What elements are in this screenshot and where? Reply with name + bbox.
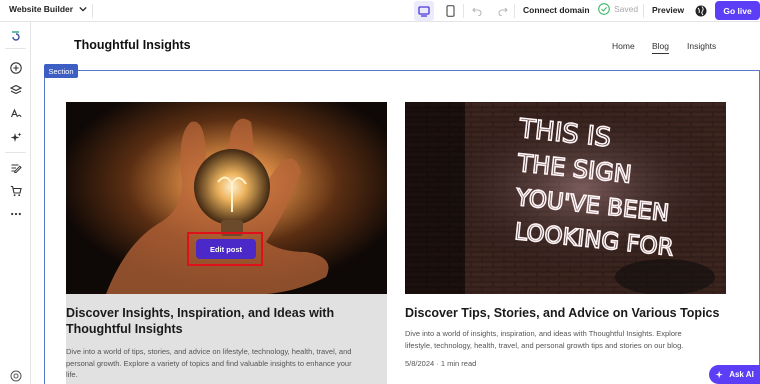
redo-icon bbox=[498, 7, 508, 16]
nav-blog[interactable]: Blog bbox=[652, 41, 670, 54]
ask-ai-label: Ask AI bbox=[729, 370, 754, 379]
divider bbox=[92, 4, 93, 18]
saved-label: Saved bbox=[614, 4, 639, 14]
divider bbox=[463, 4, 464, 18]
undo-icon bbox=[472, 7, 482, 16]
nav-insights[interactable]: Insights bbox=[687, 41, 716, 51]
editor-canvas: Thoughtful Insights Home Blog Insights S… bbox=[32, 22, 760, 384]
divider bbox=[5, 152, 26, 153]
mobile-view-button[interactable] bbox=[440, 1, 460, 21]
more-button[interactable] bbox=[8, 206, 23, 221]
excerpt-line: lifestyle, technology, health, travel, a… bbox=[405, 340, 684, 350]
layers-button[interactable] bbox=[8, 82, 23, 97]
post-title-line: Discover Insights, Inspiration, and Idea… bbox=[66, 306, 335, 320]
styles-button[interactable] bbox=[8, 106, 23, 121]
divider bbox=[643, 4, 644, 18]
edit-page-icon bbox=[11, 163, 22, 173]
connect-domain-button[interactable]: Connect domain bbox=[523, 5, 590, 15]
excerpt-line: Dive into a world of insights, inspirati… bbox=[405, 329, 682, 338]
post-excerpt: Dive into a world of tips, stories, and … bbox=[66, 346, 352, 381]
site-name: Website Builder bbox=[9, 4, 74, 14]
section-label[interactable]: Section bbox=[44, 64, 78, 78]
post-title[interactable]: Discover Insights, Inspiration, and Idea… bbox=[66, 305, 334, 337]
go-live-button[interactable]: Go live bbox=[715, 1, 760, 20]
excerpt-line: life. bbox=[66, 370, 78, 379]
sparkle-icon bbox=[10, 132, 21, 142]
globe-icon bbox=[695, 5, 707, 17]
top-bar: Website Builder Connect domain Saved Pre… bbox=[0, 0, 760, 22]
store-button[interactable] bbox=[8, 183, 23, 198]
neon-sign-photo[interactable]: THIS IS THE SIGN YOU'VE BEEN LOOKING FOR bbox=[405, 102, 726, 294]
builder-logo bbox=[8, 27, 23, 42]
text-style-icon bbox=[10, 108, 22, 117]
site-switcher[interactable]: Website Builder bbox=[9, 4, 87, 14]
help-button[interactable] bbox=[8, 368, 23, 383]
left-toolbar bbox=[0, 22, 31, 384]
post-meta: 5/8/2024 · 1 min read bbox=[405, 359, 477, 368]
check-circle-icon bbox=[598, 3, 610, 15]
excerpt-line: personal growth. Explore a variety of to… bbox=[66, 358, 352, 368]
help-icon bbox=[10, 370, 21, 381]
ai-tools-button[interactable] bbox=[8, 130, 23, 145]
logo-icon bbox=[11, 30, 20, 41]
undo-button[interactable] bbox=[470, 4, 484, 18]
blog-button[interactable] bbox=[8, 160, 23, 175]
saved-status: Saved bbox=[598, 3, 638, 15]
desktop-icon bbox=[418, 5, 430, 17]
sparkle-icon bbox=[715, 370, 724, 378]
divider bbox=[514, 4, 515, 18]
mobile-icon bbox=[445, 5, 455, 17]
redo-button[interactable] bbox=[496, 4, 510, 18]
post-title-line: Thoughtful Insights bbox=[66, 322, 183, 336]
cart-icon bbox=[10, 185, 22, 196]
post-excerpt: Dive into a world of insights, inspirati… bbox=[405, 328, 683, 351]
preview-button[interactable]: Preview bbox=[652, 5, 684, 15]
divider bbox=[5, 48, 26, 49]
post-title[interactable]: Discover Tips, Stories, and Advice on Va… bbox=[405, 305, 719, 321]
ask-ai-button[interactable]: Ask AI bbox=[709, 365, 760, 384]
more-horizontal-icon bbox=[10, 212, 21, 215]
excerpt-line: Dive into a world of tips, stories, and … bbox=[66, 347, 352, 356]
layers-icon bbox=[9, 84, 22, 94]
add-element-button[interactable] bbox=[8, 60, 23, 75]
desktop-view-button[interactable] bbox=[414, 1, 434, 21]
publish-settings-button[interactable] bbox=[695, 4, 709, 18]
nav-home[interactable]: Home bbox=[612, 41, 635, 51]
chevron-down-icon bbox=[79, 6, 87, 12]
plus-circle-icon bbox=[9, 61, 22, 74]
edit-post-button[interactable]: Edit post bbox=[196, 239, 256, 259]
site-title[interactable]: Thoughtful Insights bbox=[74, 38, 191, 52]
